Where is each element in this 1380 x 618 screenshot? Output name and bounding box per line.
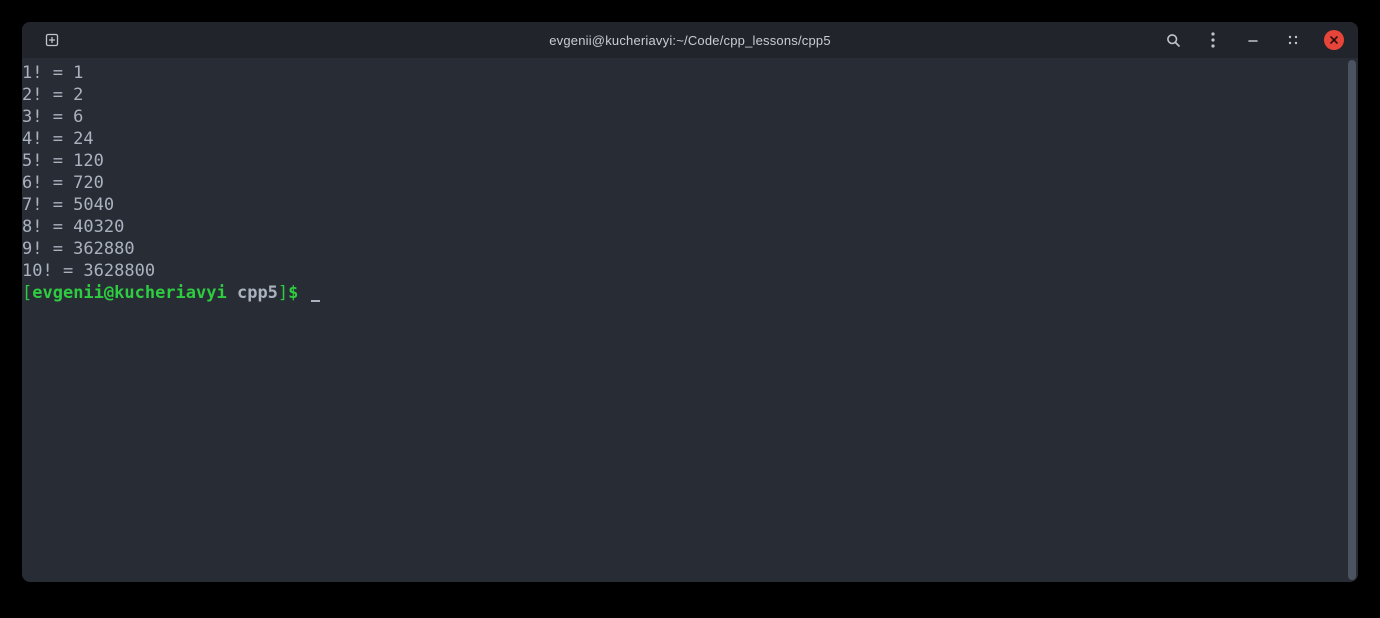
prompt-user-host: evgenii@kucheriavyi (32, 283, 226, 303)
output-line: 2! = 2 (22, 84, 1358, 106)
output-line: 6! = 720 (22, 172, 1358, 194)
output-line: 8! = 40320 (22, 216, 1358, 238)
terminal-window: evgenii@kucheriavyi:~/Code/cpp_lessons/c… (22, 22, 1358, 582)
terminal-content: 1! = 12! = 23! = 64! = 245! = 1206! = 72… (22, 62, 1358, 304)
maximize-button[interactable] (1284, 31, 1302, 49)
new-tab-button[interactable] (44, 32, 60, 48)
search-icon[interactable] (1164, 31, 1182, 49)
titlebar: evgenii@kucheriavyi:~/Code/cpp_lessons/c… (22, 22, 1358, 58)
output-line: 9! = 362880 (22, 238, 1358, 260)
close-button[interactable] (1324, 30, 1344, 50)
prompt-dir: cpp5 (237, 283, 278, 303)
minimize-button[interactable] (1244, 31, 1262, 49)
window-controls (1164, 30, 1344, 50)
prompt-dollar: $ (288, 283, 298, 303)
scrollbar[interactable] (1348, 60, 1356, 580)
output-line: 3! = 6 (22, 106, 1358, 128)
prompt-open-bracket: [ (22, 283, 32, 303)
terminal-body[interactable]: 1! = 12! = 23! = 64! = 245! = 1206! = 72… (22, 58, 1358, 582)
prompt-line: [evgenii@kucheriavyi cpp5]$ (22, 282, 1358, 304)
output-line: 10! = 3628800 (22, 260, 1358, 282)
output-line: 5! = 120 (22, 150, 1358, 172)
window-title: evgenii@kucheriavyi:~/Code/cpp_lessons/c… (22, 33, 1358, 48)
prompt-close-bracket: ] (278, 283, 288, 303)
menu-icon[interactable] (1204, 31, 1222, 49)
output-line: 1! = 1 (22, 62, 1358, 84)
output-line: 7! = 5040 (22, 194, 1358, 216)
output-line: 4! = 24 (22, 128, 1358, 150)
cursor (311, 300, 320, 302)
